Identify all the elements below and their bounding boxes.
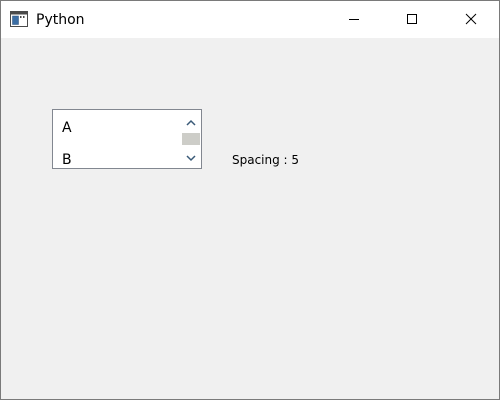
list-item[interactable]: B — [62, 151, 72, 168]
maximize-button[interactable] — [389, 1, 435, 38]
app-window: Python A B Spacing: 5 — [0, 0, 500, 400]
list-item[interactable]: A — [62, 119, 72, 137]
vertical-scrollbar[interactable] — [181, 110, 201, 168]
chevron-up-icon — [186, 111, 196, 130]
minimize-button[interactable] — [331, 1, 377, 38]
minimize-icon — [348, 10, 360, 29]
scroll-up-button[interactable] — [181, 112, 201, 128]
chevron-down-icon — [186, 147, 196, 166]
python-window-icon — [10, 11, 28, 27]
close-button[interactable] — [448, 1, 494, 38]
scroll-thumb[interactable] — [182, 133, 200, 145]
scroll-down-button[interactable] — [181, 148, 201, 164]
maximize-icon — [406, 10, 418, 29]
close-icon — [465, 10, 477, 29]
title-bar[interactable]: Python — [1, 1, 499, 38]
window-content: A B Spacing: 5 — [1, 38, 499, 399]
spacing-label: Spacing : 5 — [232, 153, 300, 167]
window-title: Python — [36, 12, 85, 28]
list-widget[interactable]: A B — [52, 109, 202, 169]
